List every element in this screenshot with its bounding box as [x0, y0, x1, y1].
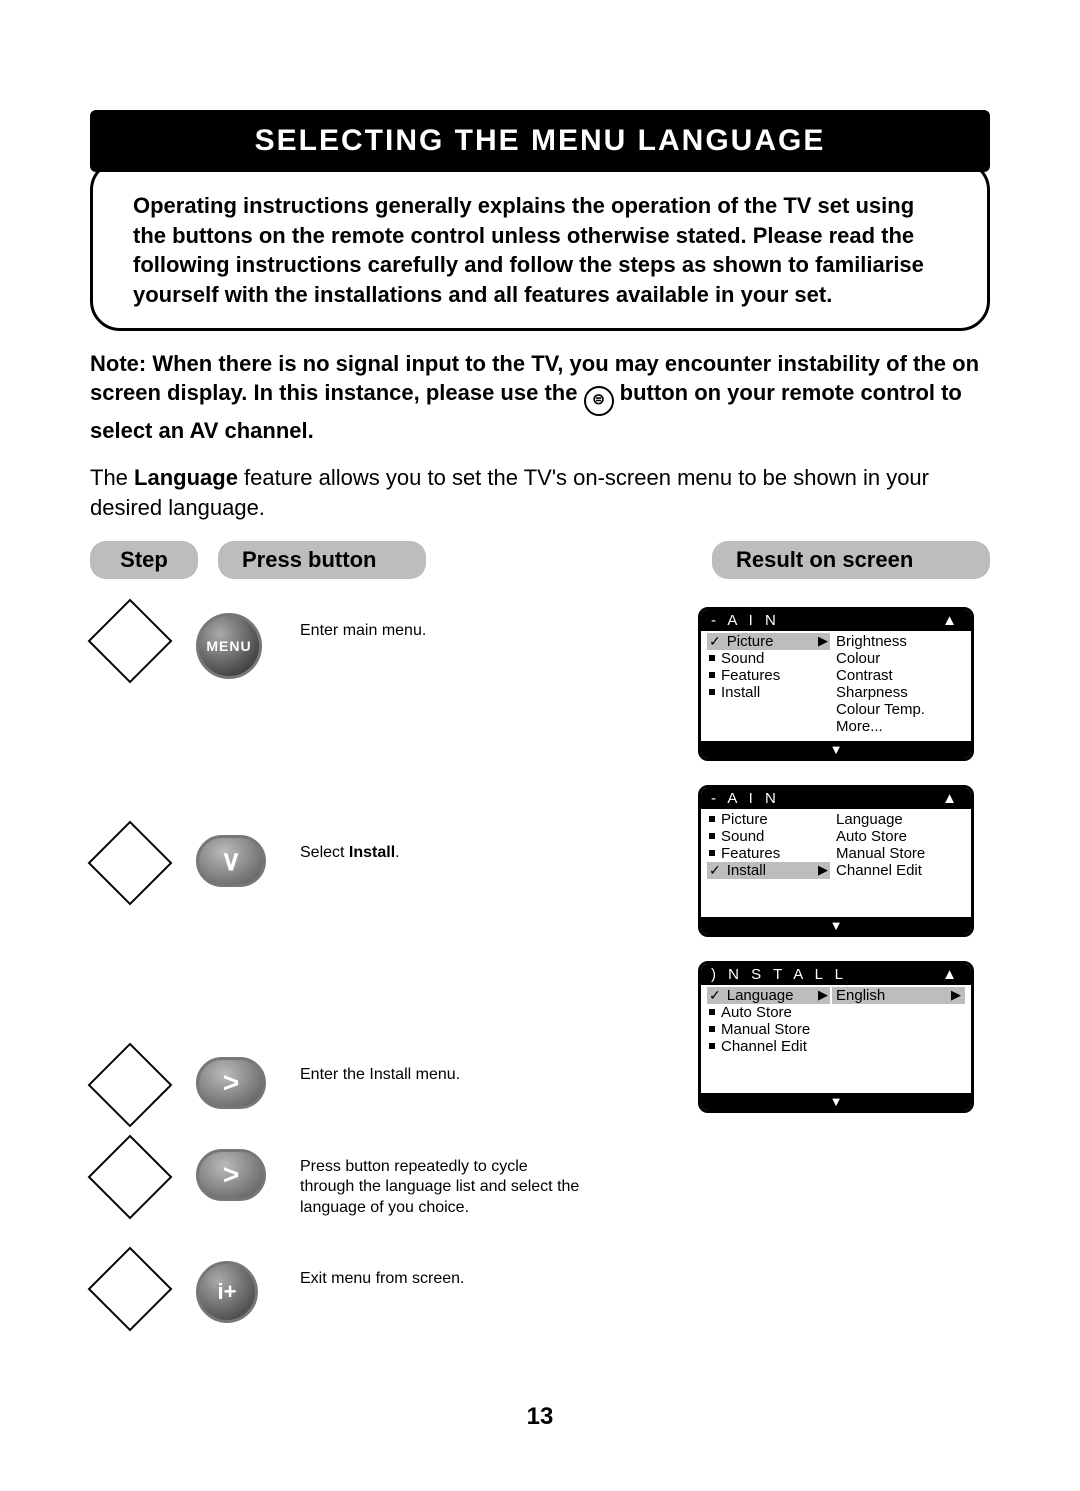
note-text: Note: When there is no signal input to t… [90, 349, 990, 446]
osd1-item-picture: Picture [727, 633, 812, 650]
osd1-item-sound: Sound [721, 650, 764, 667]
bullet-icon [709, 1009, 715, 1015]
right-arrow-icon: ▶ [951, 987, 961, 1004]
input-select-icon: ⊜ [584, 386, 614, 416]
down-arrow-icon: ▼ [701, 741, 971, 758]
down-arrow-icon: ▼ [701, 1093, 971, 1110]
feature-description: The Language feature allows you to set t… [90, 463, 990, 522]
a2-post: . [395, 844, 399, 861]
bullet-icon [709, 833, 715, 839]
check-icon: ✓ [709, 633, 721, 650]
step-diamond-2 [88, 820, 173, 905]
col-result-header: Result on screen [712, 541, 990, 579]
action-4: Press button repeatedly to cycle through… [300, 1143, 580, 1219]
osd1-item-features: Features [721, 667, 780, 684]
bullet-icon [709, 1026, 715, 1032]
check-icon: ✓ [709, 862, 721, 879]
osd2-item-install: Install [727, 862, 812, 879]
osd2-title: - A I N [711, 790, 780, 807]
osd1-sub-brightness: Brightness [834, 633, 963, 650]
osd2-sub-language: Language [834, 811, 963, 828]
instruction-table: Step Press button Result on screen MENU … [90, 541, 990, 1345]
osd2-item-features: Features [721, 845, 780, 862]
desc-bold: Language [134, 465, 238, 490]
osd1-item-install: Install [721, 684, 760, 701]
osd1-sub-sharpness: Sharpness [834, 684, 963, 701]
osd1-sub-more: More... [834, 718, 963, 735]
osd2-item-sound: Sound [721, 828, 764, 845]
bullet-icon [709, 1043, 715, 1049]
osd3-item-channeledit: Channel Edit [721, 1038, 807, 1055]
bullet-icon [709, 689, 715, 695]
step-diamond-5 [88, 1246, 173, 1331]
up-arrow-icon: ▲ [942, 790, 961, 807]
osd1-sub-contrast: Contrast [834, 667, 963, 684]
step-diamond-1 [88, 598, 173, 683]
right-arrow-icon: ▶ [818, 633, 828, 649]
step-diamond-4 [88, 1134, 173, 1219]
check-icon: ✓ [709, 987, 721, 1004]
menu-button-icon: MENU [196, 613, 262, 679]
bullet-icon [709, 816, 715, 822]
osd-install-menu: ) N S T A L L ▲ ✓ Language ▶ Auto Store Man… [698, 961, 974, 1113]
bullet-icon [709, 672, 715, 678]
section-title: SELECTING THE MENU LANGUAGE [90, 110, 990, 172]
action-1: Enter main menu. [300, 607, 426, 642]
osd3-item-autostore: Auto Store [721, 1004, 792, 1021]
osd-main-menu: - A I N ▲ ✓ Picture ▶ Sound Features Instal… [698, 607, 974, 761]
action-3: Enter the Install menu. [300, 1051, 460, 1086]
right-button-icon-1: > [196, 1057, 266, 1109]
col-step-header: Step [90, 541, 198, 579]
a2-pre: Select [300, 844, 349, 861]
up-arrow-icon: ▲ [942, 966, 961, 983]
osd3-item-language: Language [727, 987, 812, 1004]
intro-box: Operating instructions generally explain… [90, 160, 990, 331]
action-5: Exit menu from screen. [300, 1255, 465, 1290]
info-button-icon: i+ [196, 1261, 258, 1323]
bullet-icon [709, 655, 715, 661]
up-arrow-icon: ▲ [942, 612, 961, 629]
desc-pre: The [90, 465, 134, 490]
page-number: 13 [0, 1403, 1080, 1431]
osd2-sub-autostore: Auto Store [834, 828, 963, 845]
down-button-icon: ∨ [196, 835, 266, 887]
osd2-item-picture: Picture [721, 811, 768, 828]
right-button-icon-2: > [196, 1149, 266, 1201]
osd2-sub-channeledit: Channel Edit [834, 862, 963, 879]
osd3-title: ) N S T A L L [711, 966, 847, 983]
down-arrow-icon: ▼ [701, 917, 971, 934]
col-press-header: Press button [218, 541, 426, 579]
step-diamond-3 [88, 1042, 173, 1127]
right-arrow-icon: ▶ [818, 987, 828, 1003]
osd1-sub-colour: Colour [834, 650, 963, 667]
osd3-item-manualstore: Manual Store [721, 1021, 810, 1038]
osd-install-highlight: - A I N ▲ Picture Sound Features ✓ Install… [698, 785, 974, 937]
osd3-sub-english: English [836, 987, 885, 1004]
osd2-sub-manualstore: Manual Store [834, 845, 963, 862]
right-arrow-icon: ▶ [818, 862, 828, 878]
osd1-sub-colourtemp: Colour Temp. [834, 701, 963, 718]
a2-bold: Install [349, 844, 395, 861]
osd1-title: - A I N [711, 612, 780, 629]
action-2: Select Install. [300, 829, 400, 864]
bullet-icon [709, 850, 715, 856]
